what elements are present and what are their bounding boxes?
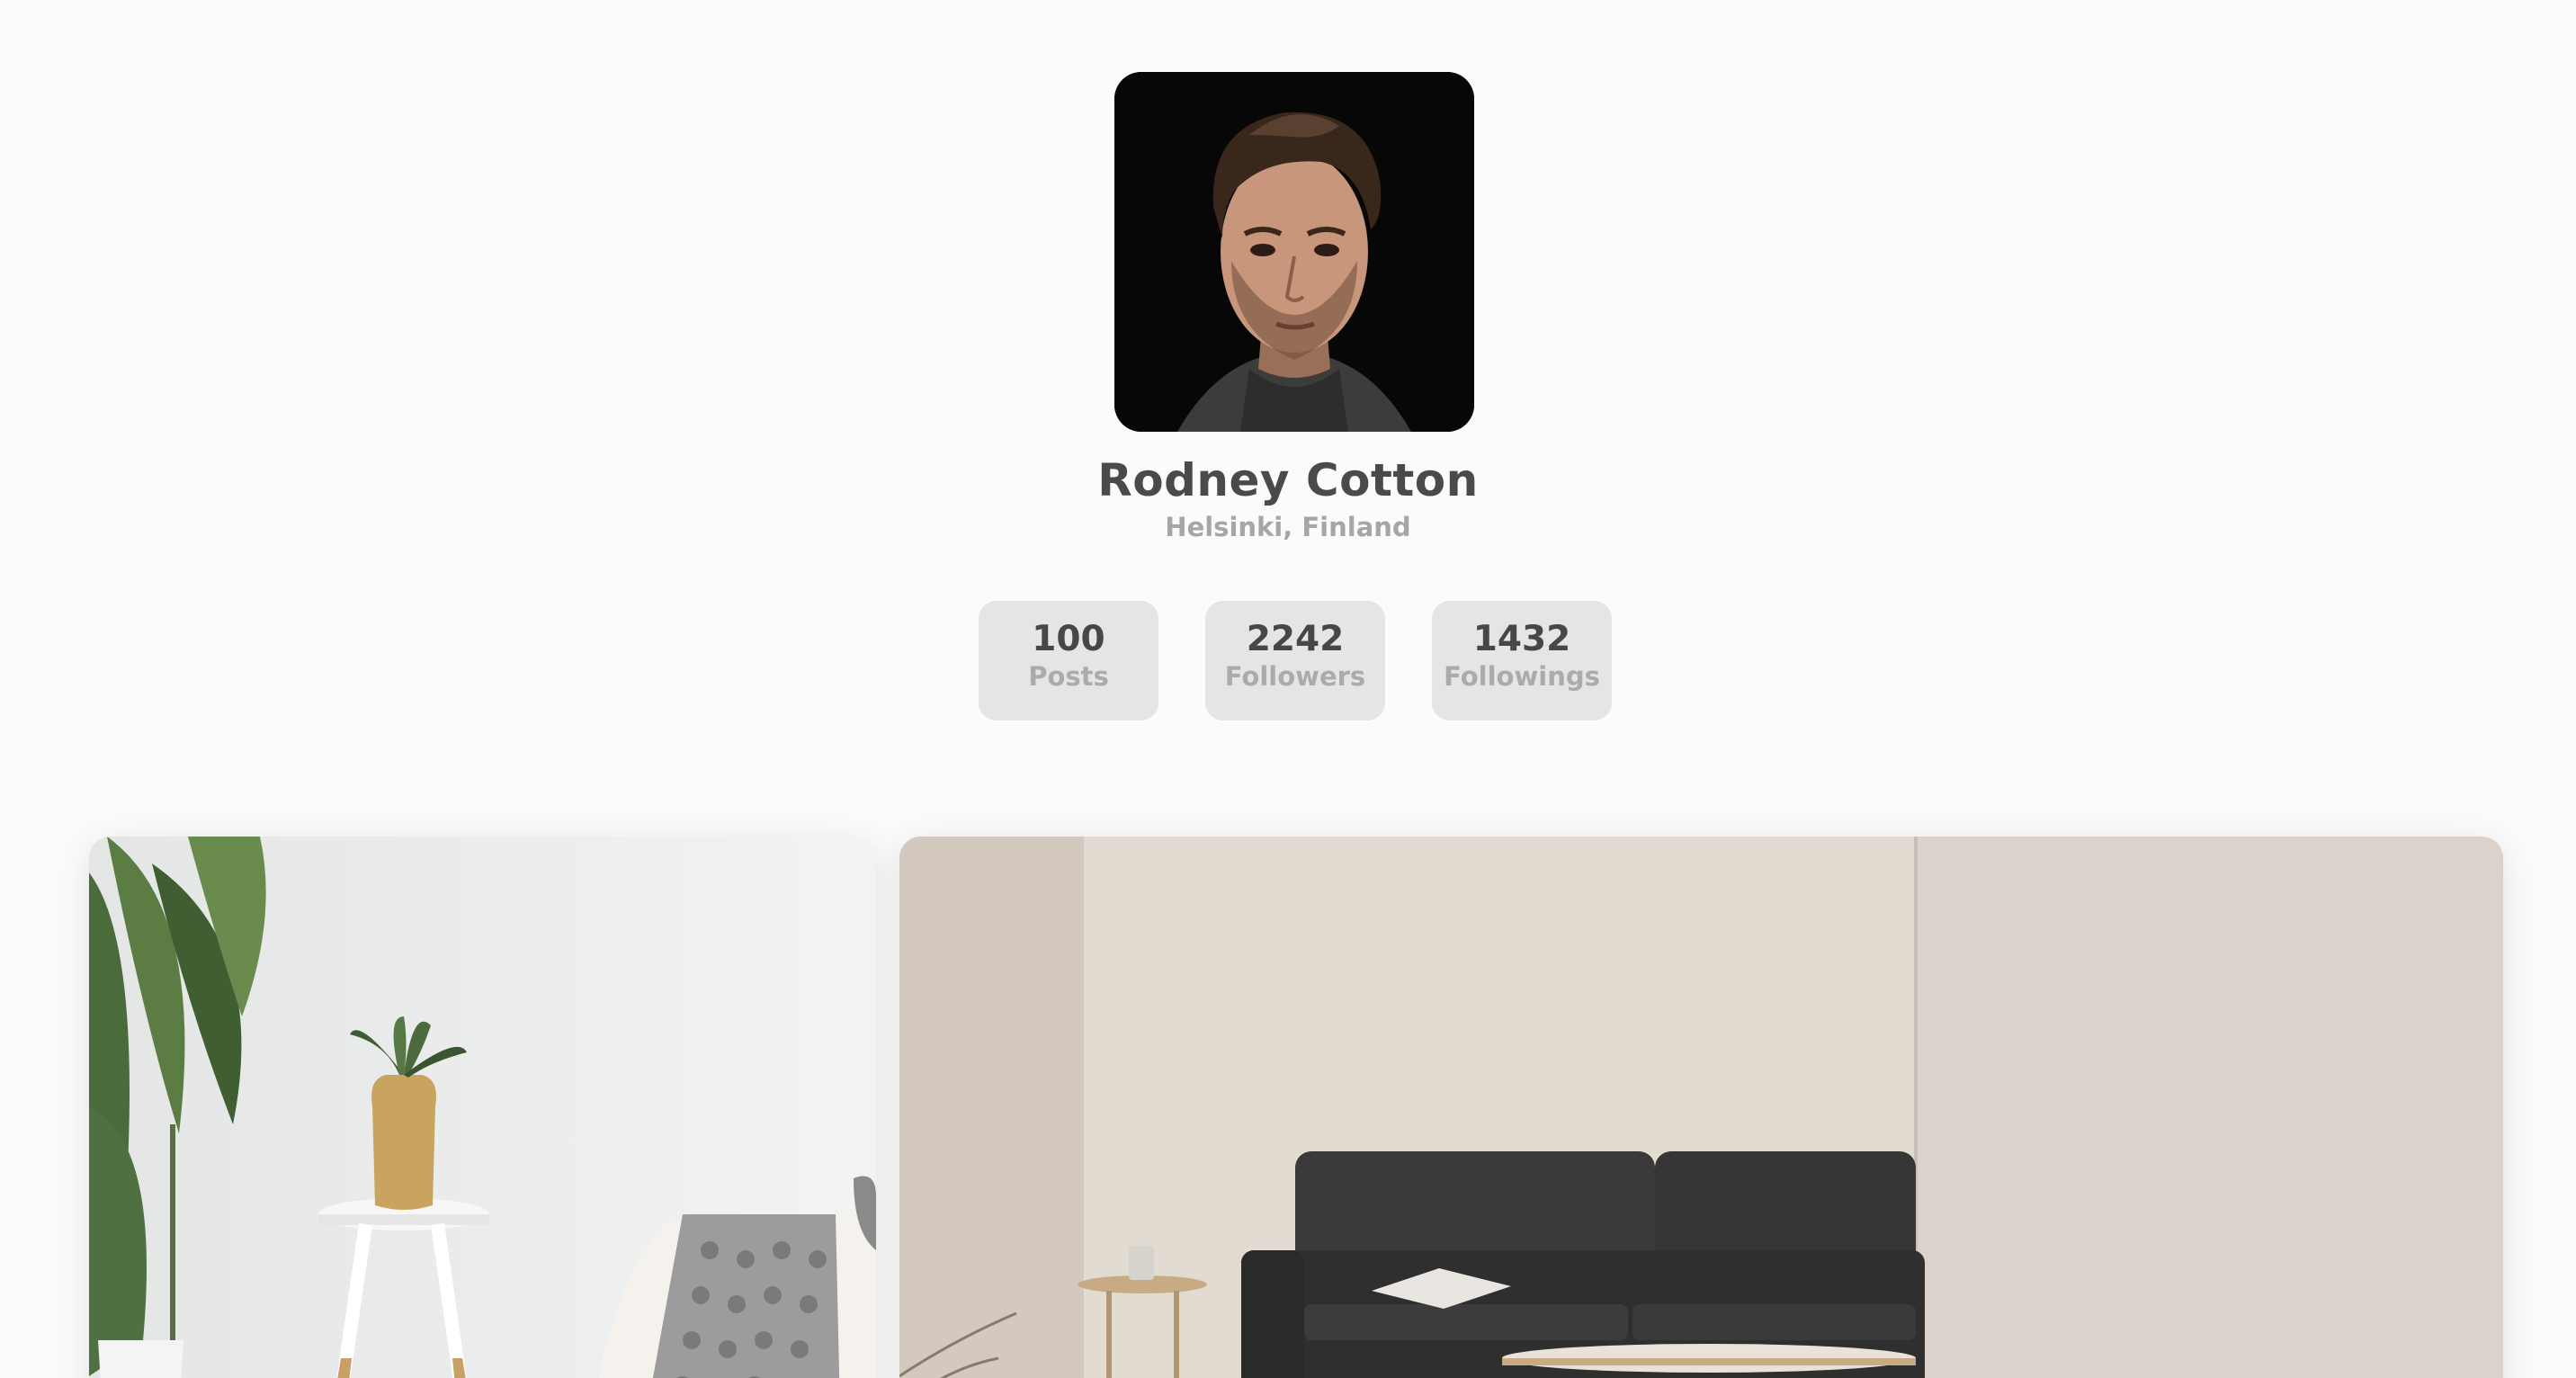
stat-posts[interactable]: 100 Posts [979,601,1158,720]
gallery-photo[interactable] [899,837,2503,1378]
stat-followers[interactable]: 2242 Followers [1205,601,1385,720]
stat-posts-label: Posts [1028,661,1109,692]
stat-followings-label: Followings [1444,661,1600,692]
profile-name: Rodney Cotton [1097,454,1479,506]
profile-stats: 100 Posts 2242 Followers 1432 Followings [979,601,1612,720]
photo-gallery [89,837,2503,1378]
profile-page: Rodney Cotton Helsinki, Finland 100 Post… [0,0,2576,1378]
living-room-sofa-photo-icon [899,837,2503,1378]
profile-location: Helsinki, Finland [1165,512,1411,542]
stat-followers-value: 2242 [1246,619,1345,659]
stat-followers-label: Followers [1224,661,1366,692]
portrait-photo-icon [1114,72,1474,432]
stat-posts-value: 100 [1032,619,1105,659]
stat-followings-value: 1432 [1472,619,1571,659]
profile-avatar[interactable] [1114,72,1474,432]
gallery-photo[interactable] [89,837,876,1378]
stat-followings[interactable]: 1432 Followings [1432,601,1612,720]
living-room-plant-photo-icon [89,837,876,1378]
